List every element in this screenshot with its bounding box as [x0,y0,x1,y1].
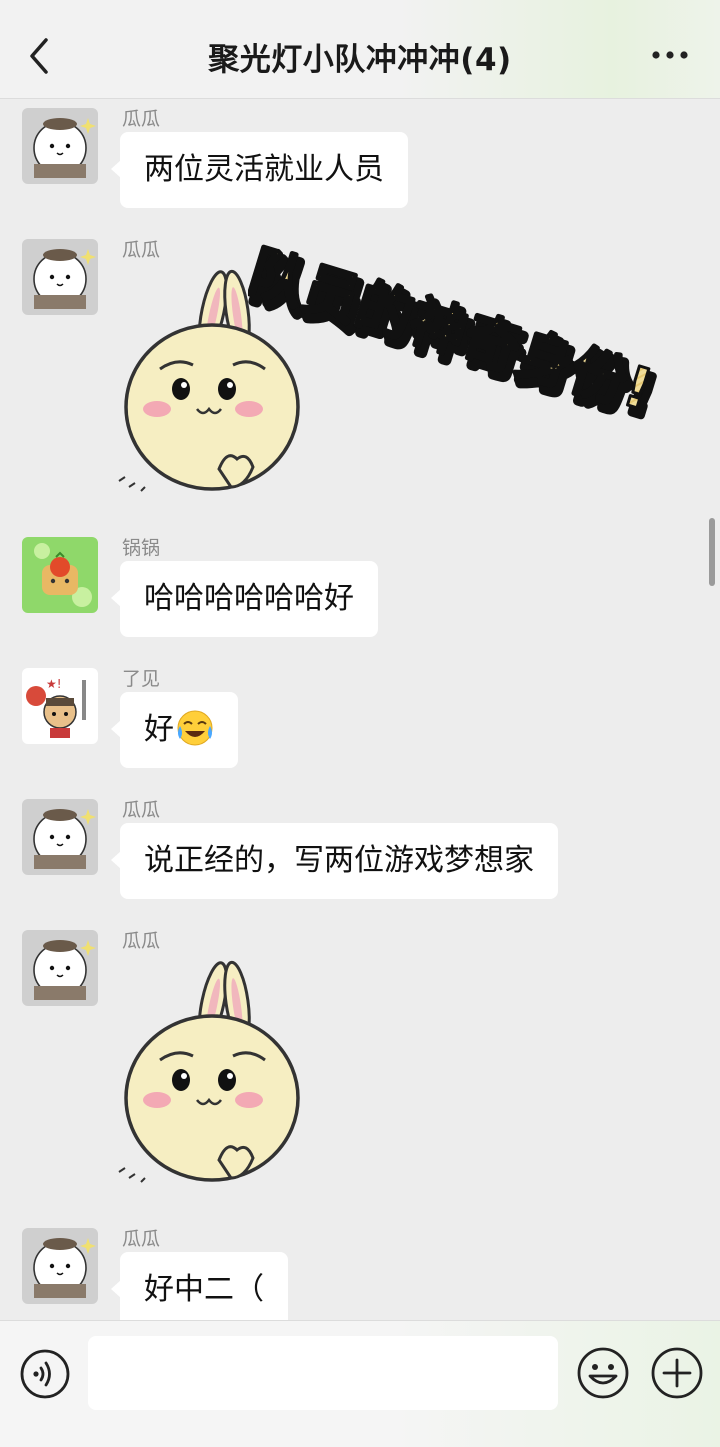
white-bear-avatar[interactable] [22,1228,98,1304]
text-bubble[interactable]: 好 [111,692,238,768]
sender-name: 锅锅 [122,537,161,559]
message-input[interactable] [88,1336,558,1410]
emoji-icon[interactable] [576,1346,630,1400]
white-bear-avatar[interactable] [22,239,98,315]
sender-name: 瓜瓜 [122,239,161,261]
sender-name: 瓜瓜 [122,930,161,952]
overlay-text: 队员的神奇身份! [248,239,659,422]
sender-name: 瓜瓜 [122,799,161,821]
overlay-caption: 队员的神奇身份! 队员的神奇身份! [248,238,667,422]
green-cat-avatar[interactable] [22,537,98,613]
svg-text:★!: ★! [46,677,62,691]
chat-title: 聚光灯小队冲冲冲(4) [208,42,512,78]
sender-name: 了见 [122,668,161,690]
sender-name: 瓜瓜 [122,1228,161,1250]
sender-name: 瓜瓜 [122,108,161,130]
text-bubble[interactable]: 说正经的，写两位游戏梦想家 [111,823,558,899]
text-bubble[interactable]: 好中二（ [111,1252,288,1320]
cat-warrior-avatar[interactable]: ★! [22,668,98,744]
white-bear-avatar[interactable] [22,108,98,184]
voice-icon[interactable] [19,1348,71,1400]
crying-laughing-emoji [177,710,213,745]
scrollbar[interactable] [709,518,715,586]
more-dots-icon[interactable] [650,40,690,70]
bunny-sticker[interactable] [115,950,315,1200]
white-bear-avatar[interactable] [22,930,98,1006]
chat-header: 聚光灯小队冲冲冲(4) [0,0,720,99]
white-bear-avatar[interactable] [22,799,98,875]
text-bubble[interactable]: 两位灵活就业人员 [111,132,408,208]
message-text: 好 [144,712,174,747]
plus-icon[interactable] [650,1346,704,1400]
text-bubble[interactable]: 哈哈哈哈哈哈好 [111,561,378,637]
